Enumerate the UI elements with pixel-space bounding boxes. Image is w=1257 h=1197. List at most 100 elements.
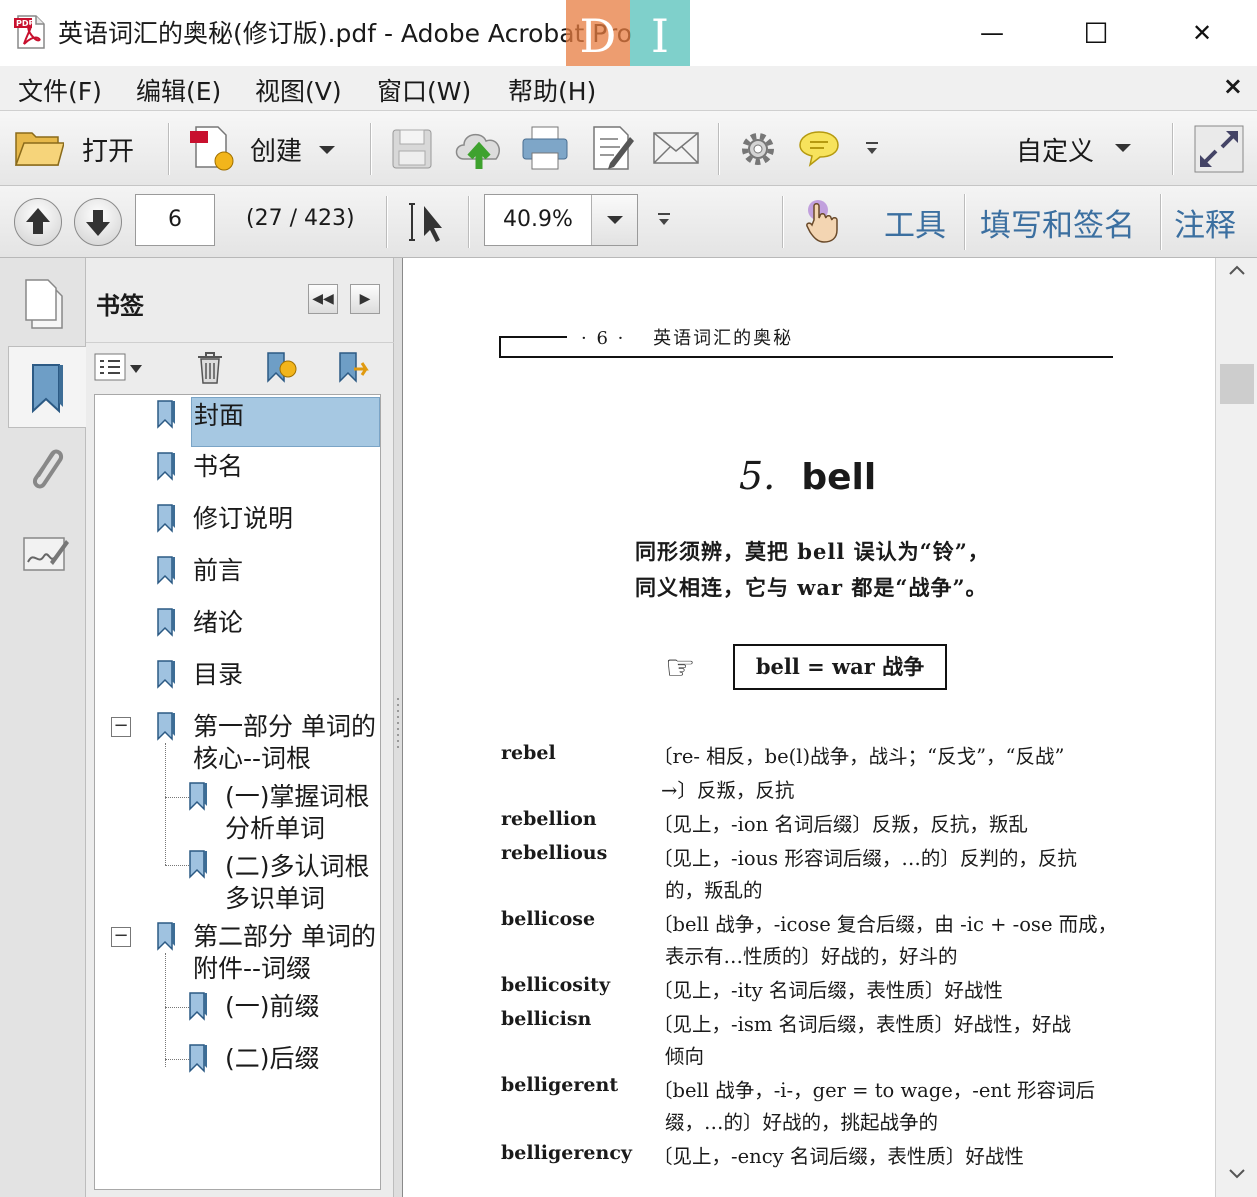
- header-page-number: · 6 ·: [581, 328, 626, 349]
- save-icon[interactable]: [390, 127, 434, 171]
- menu-view[interactable]: 视图(V): [255, 72, 342, 108]
- edit-icon[interactable]: [590, 123, 636, 173]
- menubar-close-icon[interactable]: ×: [1223, 72, 1243, 100]
- scroll-up-icon[interactable]: [1228, 264, 1246, 276]
- bookmark-item-part-one-section-2[interactable]: (二)多认词根 多识单词: [225, 851, 370, 915]
- entry-definition-line: 〔见上，-ion 名词后缀〕反叛，反抗，叛乱: [653, 813, 1028, 836]
- entry-definition-line: 的，叛乱的: [665, 879, 763, 902]
- delete-icon[interactable]: [196, 351, 224, 385]
- pane-splitter[interactable]: [394, 258, 402, 1197]
- bookmark-label-line: 第一部分 单词的: [193, 712, 376, 741]
- bookmark-item-part-two[interactable]: 第二部分 单词的 附件--词缀: [193, 921, 376, 985]
- create-pdf-icon: [190, 126, 234, 171]
- bookmark-tools: [86, 342, 394, 394]
- toolbar-divider: [168, 123, 169, 175]
- bookmark-item-revision-notes[interactable]: 修订说明: [193, 503, 293, 535]
- zoom-dropdown-button[interactable]: [591, 195, 637, 245]
- open-label: 打开: [82, 137, 135, 167]
- email-icon[interactable]: [652, 131, 700, 165]
- hand-tool-icon[interactable]: [804, 198, 840, 244]
- bookmark-item-cover[interactable]: 封面: [191, 397, 380, 447]
- cloud-upload-icon[interactable]: [452, 125, 506, 171]
- comment-link[interactable]: 注释: [1174, 200, 1236, 245]
- bookmark-item-preface[interactable]: 前言: [193, 555, 243, 587]
- options-menu-icon[interactable]: [94, 353, 146, 383]
- menu-help[interactable]: 帮助(H): [508, 72, 596, 108]
- entry-definition-line: 〔见上，-ity 名词后缀，表性质〕好战性: [653, 979, 1003, 1002]
- bookmark-icon: [157, 712, 175, 741]
- bookmark-icon: [157, 504, 175, 533]
- scroll-down-icon[interactable]: [1228, 1168, 1246, 1180]
- gear-icon[interactable]: [738, 129, 778, 169]
- entry-definition-line: 〔bell 战争，-i-，ger = to wage，-ent 形容词后: [653, 1079, 1096, 1102]
- entry-term: rebel: [501, 742, 556, 764]
- maximize-button[interactable]: ☐: [1066, 12, 1126, 54]
- vertical-scrollbar[interactable]: [1215, 258, 1257, 1197]
- entry-term: bellicisn: [501, 1008, 592, 1030]
- next-page-button[interactable]: [74, 198, 122, 246]
- entry-definition-line: 〔bell 战争，-icose 复合后缀，由 -ic + -ose 而成，: [653, 913, 1118, 936]
- minimize-button[interactable]: —: [962, 12, 1022, 54]
- bookmark-icon: [189, 850, 207, 879]
- bookmarks-tab[interactable]: [8, 346, 86, 428]
- splitter-grip: [397, 734, 399, 736]
- logo-overlay-i: I: [630, 0, 690, 76]
- collapse-panel-button[interactable]: ◀◀: [308, 284, 338, 314]
- bookmark-item-part-one-section-1[interactable]: (一)掌握词根 分析单词: [225, 781, 370, 845]
- attachments-tab[interactable]: [8, 430, 86, 512]
- collapse-toggle[interactable]: −: [111, 717, 131, 737]
- header-book-title: 英语词汇的奥秘: [653, 328, 794, 349]
- entry-definition-line: 〔见上，-ism 名词后缀，表性质〕好战性，好战: [653, 1013, 1072, 1036]
- comment-icon[interactable]: [798, 129, 840, 167]
- page-thumbnails-tab[interactable]: [8, 262, 86, 344]
- bookmark-item-part-one[interactable]: 第一部分 单词的 核心--词根: [193, 711, 376, 775]
- paperclip-icon: [33, 449, 63, 489]
- bookmark-item-prefixes[interactable]: (一)前缀: [225, 991, 320, 1023]
- expand-panel-button[interactable]: ▶: [350, 284, 380, 314]
- bookmark-label-line: (二)多认词根: [225, 852, 370, 881]
- chevron-down-icon[interactable]: [1114, 143, 1132, 153]
- page-number-input[interactable]: 6: [135, 194, 215, 246]
- entry-term: bellicose: [501, 908, 596, 930]
- entry-definition-line: 缀，…的〕好战的，挑起战争的: [665, 1111, 939, 1134]
- pdf-file-icon: PDF: [14, 15, 45, 49]
- tools-link[interactable]: 工具: [884, 200, 946, 245]
- select-tool-icon[interactable]: [408, 200, 448, 244]
- bookmark-icon: [157, 922, 175, 951]
- more-tools-icon[interactable]: [864, 141, 880, 157]
- splitter-grip: [397, 722, 399, 724]
- bookmark-icon: [157, 452, 175, 481]
- fill-and-sign-link[interactable]: 填写和签名: [980, 200, 1135, 245]
- bookmark-icon: [189, 992, 207, 1021]
- bookmark-icon: [157, 400, 175, 429]
- bookmark-item-title-page[interactable]: 书名: [193, 451, 243, 483]
- open-button[interactable]: 打开: [10, 119, 158, 179]
- print-icon[interactable]: [520, 125, 570, 171]
- zoom-select[interactable]: 40.9%: [484, 194, 638, 246]
- navigation-pane-rail: [0, 258, 86, 1197]
- arrow-down-icon: [86, 210, 110, 236]
- bookmark-label-line: 核心--词根: [193, 744, 312, 773]
- new-bookmark-from-structure-icon[interactable]: [336, 349, 370, 385]
- menu-file[interactable]: 文件(F): [18, 72, 102, 108]
- customize-button[interactable]: 自定义: [1016, 131, 1094, 168]
- close-button[interactable]: ✕: [1172, 12, 1232, 54]
- bookmark-item-suffixes[interactable]: (二)后缀: [225, 1043, 320, 1075]
- more-tools-icon[interactable]: [656, 212, 672, 228]
- signatures-tab[interactable]: [8, 518, 86, 600]
- toolbar-divider: [370, 123, 371, 175]
- menu-edit[interactable]: 编辑(E): [136, 72, 221, 108]
- toolbar-divider: [718, 123, 719, 175]
- collapse-toggle[interactable]: −: [111, 927, 131, 947]
- bookmark-item-contents[interactable]: 目录: [193, 659, 243, 691]
- scrollbar-thumb[interactable]: [1220, 364, 1254, 404]
- create-button[interactable]: 创建: [184, 119, 350, 179]
- new-bookmark-icon[interactable]: [264, 349, 298, 385]
- expand-icon[interactable]: [1194, 125, 1244, 173]
- main-toolbar: 打开 创建 自定义: [0, 110, 1257, 186]
- menu-window[interactable]: 窗口(W): [377, 72, 471, 108]
- bookmark-label-line: 分析单词: [225, 814, 326, 843]
- bookmark-item-introduction[interactable]: 绪论: [193, 607, 243, 639]
- entry-definition-line: 倾向: [665, 1045, 705, 1068]
- previous-page-button[interactable]: [14, 198, 62, 246]
